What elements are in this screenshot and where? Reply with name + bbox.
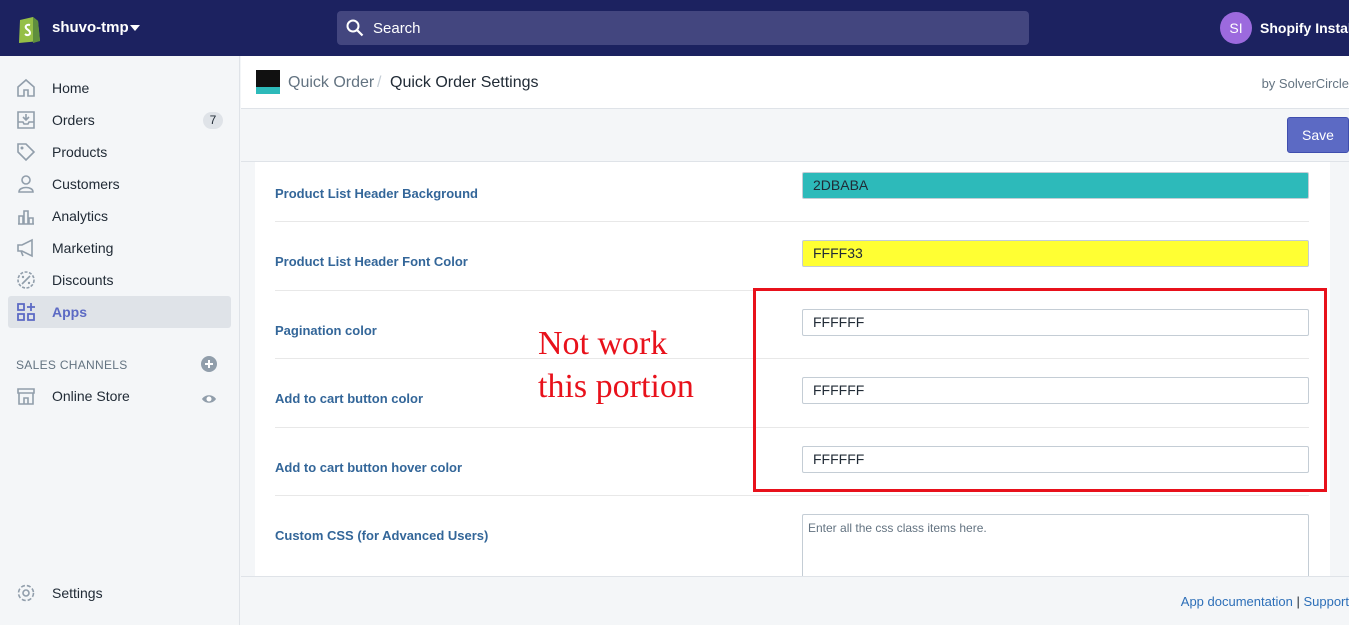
search-icon xyxy=(346,19,364,37)
sidebar-item-settings[interactable]: Settings xyxy=(8,577,231,609)
app-logo xyxy=(256,70,280,94)
avatar[interactable]: SI xyxy=(1220,12,1252,44)
sidebar-item-discounts[interactable]: Discounts xyxy=(8,264,231,296)
discount-icon xyxy=(17,271,35,289)
setting-label: Add to cart button hover color xyxy=(275,460,463,475)
setting-label: Product List Header Background xyxy=(275,186,478,201)
row-divider xyxy=(275,495,1309,497)
sidebar-item-label: Settings xyxy=(52,585,103,601)
action-bar: Save xyxy=(241,109,1349,162)
setting-label: Add to cart button color xyxy=(275,391,424,406)
sidebar-item-online-store[interactable]: Online Store xyxy=(8,380,231,412)
footer-links: App documentation | Support xyxy=(1181,594,1349,609)
person-icon xyxy=(18,175,34,193)
sidebar: Home Orders 7 Products Customers Analyti… xyxy=(0,56,240,625)
support-link[interactable]: Support xyxy=(1303,594,1349,609)
setting-label: Product List Header Font Color xyxy=(275,254,468,269)
sidebar-item-home[interactable]: Home xyxy=(8,72,231,104)
tag-icon xyxy=(17,143,36,162)
developer-credit: by SolverCircle xyxy=(1261,76,1349,91)
app-documentation-link[interactable]: App documentation xyxy=(1181,594,1293,609)
annotation-box xyxy=(753,288,1327,492)
breadcrumb-separator: / xyxy=(377,74,382,91)
apps-icon xyxy=(17,303,35,321)
sidebar-item-label: Discounts xyxy=(52,272,114,288)
user-name[interactable]: Shopify Install xyxy=(1260,20,1349,36)
setting-label: Custom CSS (for Advanced Users) xyxy=(275,528,489,543)
sidebar-item-marketing[interactable]: Marketing xyxy=(8,232,231,264)
megaphone-icon xyxy=(17,238,33,258)
sidebar-item-products[interactable]: Products xyxy=(8,136,231,168)
sidebar-item-label: Apps xyxy=(52,304,87,320)
annotation-note: Not work this portion xyxy=(538,322,694,408)
home-icon xyxy=(17,78,35,97)
page-title: Quick Order Settings xyxy=(390,74,539,91)
sidebar-item-label: Home xyxy=(52,80,90,96)
top-bar: shuvo-tmp Search SI Shopify Install xyxy=(0,0,1349,56)
breadcrumb-app[interactable]: Quick Order xyxy=(288,74,374,92)
orders-icon xyxy=(17,111,35,129)
color-input-header-font[interactable]: FFFF33 xyxy=(802,240,1309,267)
bar-chart-icon xyxy=(18,210,34,225)
title-bar: Quick Order / Quick Order Settings by So… xyxy=(241,56,1349,109)
annotation-line-1: Not work xyxy=(538,325,668,362)
store-name[interactable]: shuvo-tmp xyxy=(52,19,129,36)
sidebar-item-label: Analytics xyxy=(52,208,109,224)
color-input-header-background[interactable]: 2DBABA xyxy=(802,172,1309,199)
sidebar-item-label: Orders xyxy=(52,112,95,128)
chevron-down-icon[interactable] xyxy=(130,25,140,31)
add-channel-icon[interactable] xyxy=(201,356,217,372)
search-bar[interactable]: Search xyxy=(337,11,1029,45)
save-button[interactable]: Save xyxy=(1287,117,1349,153)
gear-icon xyxy=(17,584,35,602)
custom-css-textarea[interactable]: Enter all the css class items here. xyxy=(802,514,1309,576)
sidebar-item-label: Online Store xyxy=(52,388,130,404)
sales-channels-heading: SALES CHANNELS xyxy=(16,358,128,372)
sidebar-item-analytics[interactable]: Analytics xyxy=(8,200,231,232)
annotation-line-2: this portion xyxy=(538,368,694,405)
sidebar-item-customers[interactable]: Customers xyxy=(8,168,231,200)
sidebar-item-orders[interactable]: Orders 7 xyxy=(8,104,231,136)
footer-separator: | xyxy=(1296,594,1300,609)
eye-icon[interactable] xyxy=(201,391,217,407)
sidebar-item-label: Products xyxy=(52,144,108,160)
store-icon xyxy=(17,388,35,405)
sidebar-item-label: Customers xyxy=(52,176,120,192)
shopify-logo-icon[interactable] xyxy=(16,13,42,43)
sidebar-item-apps[interactable]: Apps xyxy=(8,296,231,328)
search-input[interactable]: Search xyxy=(373,20,421,37)
footer: App documentation | Support xyxy=(241,576,1349,625)
setting-label: Pagination color xyxy=(275,323,377,338)
orders-count-badge: 7 xyxy=(203,112,223,129)
sidebar-item-label: Marketing xyxy=(52,240,114,256)
row-divider xyxy=(275,221,1309,223)
